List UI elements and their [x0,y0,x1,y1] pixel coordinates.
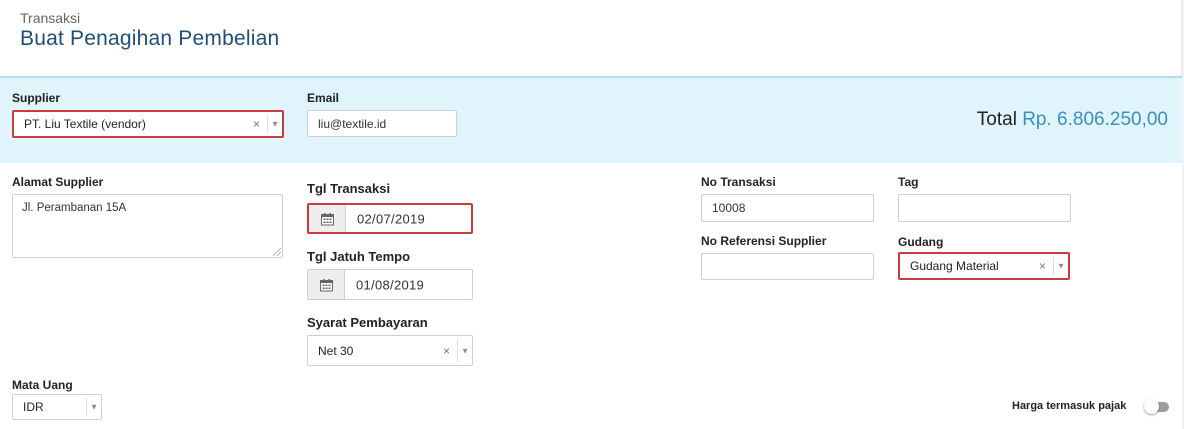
chevron-down-icon[interactable]: ▼ [271,120,279,129]
toggle-knob[interactable] [1144,399,1159,414]
clear-icon[interactable]: × [253,117,260,131]
chevron-down-icon[interactable]: ▼ [90,403,98,412]
page-title: Buat Penagihan Pembelian [20,27,280,50]
mata-uang-value: IDR [23,400,44,414]
total-amount: Total Rp. 6.806.250,00 [977,109,1168,131]
tgl-jatuh-tempo-datepicker[interactable]: 01/08/2019 [307,269,473,300]
tag-label: Tag [898,175,919,189]
calendar-icon [320,278,333,291]
total-label: Total [976,109,1017,130]
email-field[interactable]: liu@textile.id [307,110,457,137]
alamat-textarea[interactable]: Jl. Perambanan 15A [12,194,283,258]
gudang-value: Gudang Material [910,259,999,273]
calendar-addon[interactable] [309,205,346,232]
syarat-pembayaran-label: Syarat Pembayaran [307,315,428,330]
alamat-value: Jl. Perambanan 15A [22,202,127,214]
gudang-label: Gudang [898,235,944,249]
tag-field[interactable] [898,194,1071,222]
tgl-transaksi-label: Tgl Transaksi [307,181,391,196]
no-referensi-label: No Referensi Supplier [701,234,827,248]
supplier-select[interactable]: PT. Liu Textile (vendor) × ▼ [12,110,284,138]
total-value: Rp. 6.806.250,00 [1022,109,1168,130]
no-transaksi-label: No Transaksi [701,175,776,189]
supplier-value: PT. Liu Textile (vendor) [24,117,146,131]
tgl-jatuh-tempo-value: 01/08/2019 [356,277,425,292]
harga-termasuk-pajak-toggle[interactable] [1144,399,1169,414]
syarat-pembayaran-select[interactable]: Net 30 × ▼ [307,335,473,366]
clear-icon[interactable]: × [443,344,450,358]
page-header: Transaksi Buat Penagihan Pembelian [0,0,1182,76]
chevron-down-icon[interactable]: ▼ [1057,262,1065,271]
select-divider [267,115,268,133]
tgl-jatuh-tempo-label: Tgl Jatuh Tempo [307,249,411,264]
syarat-pembayaran-value: Net 30 [318,343,354,358]
select-divider [1053,257,1054,275]
tgl-transaksi-value: 02/07/2019 [357,211,426,226]
mata-uang-label: Mata Uang [12,378,73,392]
gudang-select[interactable]: Gudang Material × ▼ [898,252,1070,280]
alamat-label: Alamat Supplier [12,175,104,189]
email-label: Email [307,91,340,105]
select-divider [457,339,458,362]
resize-handle-icon[interactable] [273,248,281,256]
harga-termasuk-pajak-label: Harga termasuk pajak [1012,400,1127,412]
calendar-icon [321,212,334,225]
no-referensi-field[interactable] [701,253,874,280]
supplier-label: Supplier [12,91,61,105]
no-transaksi-field[interactable]: 10008 [701,194,874,222]
select-divider [86,398,87,416]
clear-icon[interactable]: × [1039,259,1046,273]
email-value: liu@textile.id [318,116,387,131]
calendar-addon[interactable] [308,270,345,299]
chevron-down-icon[interactable]: ▼ [461,346,469,355]
breadcrumb[interactable]: Transaksi [20,10,80,26]
no-transaksi-value: 10008 [712,201,746,215]
mata-uang-select[interactable]: IDR ▼ [12,394,102,420]
tgl-transaksi-datepicker[interactable]: 02/07/2019 [307,203,473,234]
